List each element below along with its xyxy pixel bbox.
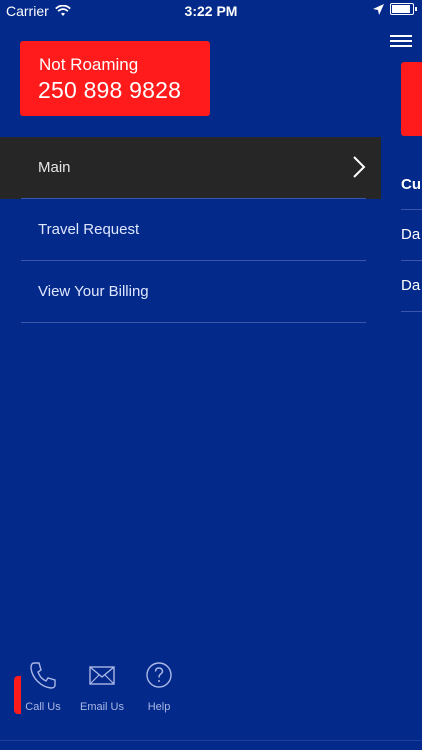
help-button[interactable]: Help: [127, 660, 191, 713]
peek-row-text: Cu: [401, 176, 421, 193]
help-label: Help: [147, 701, 171, 713]
side-menu: Main Travel Request View Your Billing: [0, 137, 381, 323]
call-us-button[interactable]: Call Us: [11, 660, 75, 713]
peek-row-text: Da: [401, 277, 421, 294]
peek-row-text: Da: [401, 226, 421, 243]
status-bar: Carrier 3:22 PM: [0, 0, 422, 22]
divider: [401, 311, 422, 312]
phone-number: 250 898 9828: [38, 77, 182, 103]
email-us-button[interactable]: Email Us: [70, 660, 134, 713]
roaming-card-peek[interactable]: [401, 62, 422, 136]
status-time: 3:22 PM: [184, 3, 238, 19]
menu-item-label: View Your Billing: [38, 283, 149, 300]
phone-icon: [30, 662, 56, 689]
menu-item-label: Main: [38, 159, 71, 176]
divider: [401, 260, 422, 261]
menu-item-view-billing[interactable]: View Your Billing: [0, 261, 381, 323]
chevron-right-icon: [353, 156, 366, 178]
divider: [401, 209, 422, 210]
menu-item-travel-request[interactable]: Travel Request: [0, 199, 381, 261]
help-icon: [146, 662, 172, 688]
divider: [21, 198, 366, 199]
roaming-status-text: Not Roaming: [39, 55, 139, 74]
menu-item-label: Travel Request: [38, 221, 140, 238]
menu-item-main[interactable]: Main: [0, 137, 381, 199]
call-us-label: Call Us: [25, 701, 61, 713]
email-us-label: Email Us: [79, 701, 124, 713]
envelope-icon: [89, 666, 115, 685]
divider: [0, 740, 422, 741]
roaming-status-card[interactable]: Not Roaming 250 898 9828: [20, 41, 210, 116]
main-content-peek: Cu Da Da: [401, 0, 422, 750]
divider: [21, 322, 366, 323]
location-arrow-icon: [373, 3, 384, 15]
